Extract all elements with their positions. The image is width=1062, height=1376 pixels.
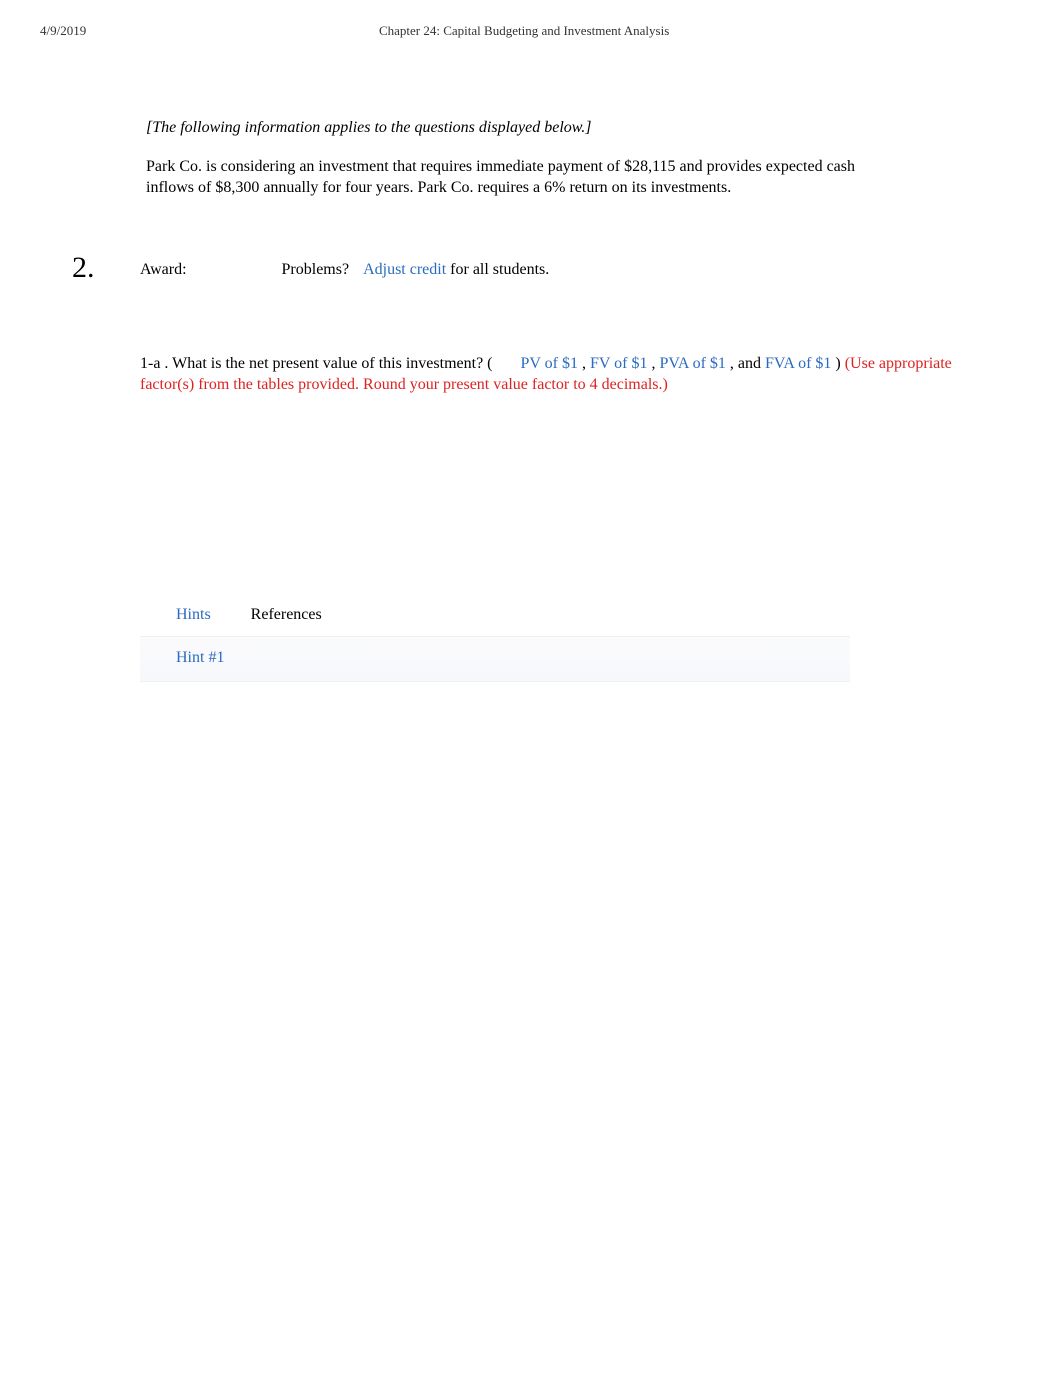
fv-of-1-link[interactable]: FV of $1 [590, 355, 648, 372]
header-title: Chapter 24: Capital Budgeting and Invest… [86, 23, 1022, 39]
header-date: 4/9/2019 [40, 23, 86, 39]
separator: , [582, 355, 590, 372]
hint-1-link[interactable]: Hint #1 [176, 649, 224, 666]
intro-description: Park Co. is considering an investment th… [146, 157, 866, 199]
hint-body: Hint #1 [140, 636, 850, 682]
question-lead: 1-a . What is the net present value of t… [140, 355, 493, 372]
fva-of-1-link[interactable]: FVA of $1 [765, 355, 831, 372]
tabs-bar: Hints References [140, 596, 850, 636]
pva-of-1-link[interactable]: PVA of $1 [660, 355, 726, 372]
award-label: Award: [140, 261, 187, 279]
problems-label: Problems? [282, 261, 350, 279]
intro-block: [The following information applies to th… [140, 119, 992, 199]
separator: , [652, 355, 660, 372]
question-meta: Award: Problems? Adjust credit for all s… [140, 249, 549, 279]
question-header-row: 2. Award: Problems? Adjust credit for al… [72, 249, 992, 283]
adjust-credit-link[interactable]: Adjust credit [363, 261, 446, 279]
question-number: 2. [72, 249, 140, 283]
question-text: 1-a . What is the net present value of t… [140, 353, 992, 396]
intro-note: [The following information applies to th… [146, 119, 992, 137]
tab-references[interactable]: References [251, 606, 322, 624]
pv-of-1-link[interactable]: PV of $1 [521, 355, 579, 372]
hints-panel: Hints References Hint #1 [140, 596, 850, 682]
after-credit-text: for all students. [450, 261, 549, 279]
content-area: [The following information applies to th… [0, 39, 1062, 682]
close-paren: ) [835, 355, 844, 372]
tab-hints[interactable]: Hints [176, 606, 211, 624]
page-header: 4/9/2019 Chapter 24: Capital Budgeting a… [0, 0, 1062, 39]
separator: , and [730, 355, 765, 372]
